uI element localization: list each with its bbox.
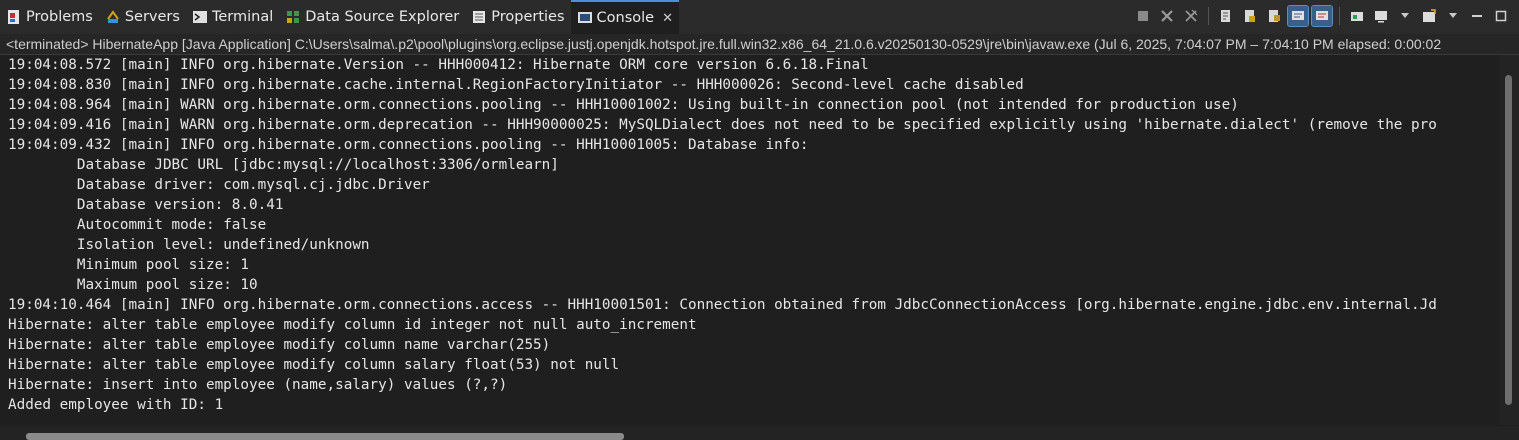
remove-all-terminated-icon[interactable]: [1181, 6, 1201, 26]
console-line: Minimum pool size: 1: [8, 257, 250, 273]
terminate-icon[interactable]: [1133, 6, 1153, 26]
display-selected-console-icon[interactable]: [1371, 6, 1391, 26]
scroll-lock-icon[interactable]: [1240, 6, 1260, 26]
horizontal-scrollbar[interactable]: [0, 426, 1519, 440]
console-icon: [577, 10, 593, 26]
remove-launch-icon[interactable]: [1157, 6, 1177, 26]
vertical-scrollbar[interactable]: [1500, 55, 1519, 425]
clear-console-icon[interactable]: [1216, 6, 1236, 26]
tab-data-source-explorer[interactable]: Data Source Explorer: [279, 0, 465, 34]
console-line: 19:04:08.830 [main] INFO org.hibernate.c…: [8, 77, 1024, 93]
servers-icon: [105, 9, 121, 25]
toolbar-separator: [1208, 7, 1209, 25]
tab-label: Properties: [491, 9, 565, 25]
console-line: Autocommit mode: false: [8, 217, 267, 233]
show-on-stdout-icon[interactable]: [1287, 5, 1309, 27]
tab-properties[interactable]: Properties: [465, 0, 570, 34]
tab-label: Terminal: [211, 9, 274, 25]
console-output[interactable]: 19:04:08.572 [main] INFO org.hibernate.V…: [0, 55, 1500, 425]
problems-icon: [6, 9, 22, 25]
console-line: 19:04:09.416 [main] WARN org.hibernate.o…: [8, 117, 1437, 133]
minimize-icon[interactable]: [1467, 6, 1487, 26]
tab-console[interactable]: Console ✕: [570, 0, 679, 34]
data-source-icon: [285, 9, 301, 25]
close-tab-icon[interactable]: ✕: [662, 11, 673, 26]
console-line: 19:04:08.964 [main] WARN org.hibernate.o…: [8, 97, 1239, 113]
vertical-scroll-thumb[interactable]: [1505, 75, 1512, 405]
console-line: Hibernate: insert into employee (name,sa…: [8, 377, 508, 393]
console-line: Database version: 8.0.41: [8, 197, 284, 213]
pin-console-icon[interactable]: [1347, 6, 1367, 26]
console-line: 19:04:10.464 [main] INFO org.hibernate.o…: [8, 297, 1437, 313]
tab-terminal[interactable]: Terminal: [186, 0, 279, 34]
console-line: Maximum pool size: 10: [8, 277, 258, 293]
console-line: Hibernate: alter table employee modify c…: [8, 337, 551, 353]
tab-label: Console: [596, 10, 655, 26]
console-line: Hibernate: alter table employee modify c…: [8, 357, 620, 373]
console-line: Isolation level: undefined/unknown: [8, 237, 370, 253]
process-status-line: <terminated> HibernateApp [Java Applicat…: [0, 34, 1519, 55]
tab-label: Data Source Explorer: [305, 9, 460, 25]
console-line: 19:04:09.432 [main] INFO org.hibernate.o…: [8, 137, 809, 153]
console-line: Database driver: com.mysql.cj.jdbc.Drive…: [8, 177, 430, 193]
tab-label: Servers: [124, 9, 180, 25]
show-on-stderr-icon[interactable]: [1311, 5, 1333, 27]
open-console-icon[interactable]: [1419, 6, 1439, 26]
properties-icon: [471, 9, 487, 25]
terminal-icon: [192, 9, 208, 25]
tab-problems[interactable]: Problems: [0, 0, 99, 34]
console-line: Database JDBC URL [jdbc:mysql://localhos…: [8, 157, 559, 173]
maximize-icon[interactable]: [1491, 6, 1511, 26]
view-tab-bar: Problems Servers Terminal Data Source Explo…: [0, 0, 1519, 35]
tab-label: Problems: [26, 9, 93, 25]
display-selected-dropdown-icon[interactable]: [1395, 6, 1415, 26]
word-wrap-icon[interactable]: [1264, 6, 1284, 26]
tab-servers[interactable]: Servers: [99, 0, 186, 34]
open-console-dropdown-icon[interactable]: [1443, 6, 1463, 26]
console-toolbar: [1133, 5, 1511, 27]
console-line: 19:04:08.572 [main] INFO org.hibernate.V…: [8, 57, 869, 73]
tab-list: Problems Servers Terminal Data Source Explo…: [0, 0, 679, 34]
horizontal-scroll-thumb[interactable]: [26, 433, 624, 440]
console-line: Hibernate: alter table employee modify c…: [8, 317, 697, 333]
toolbar-separator: [1339, 7, 1340, 25]
console-line: Added employee with ID: 1: [8, 397, 224, 413]
